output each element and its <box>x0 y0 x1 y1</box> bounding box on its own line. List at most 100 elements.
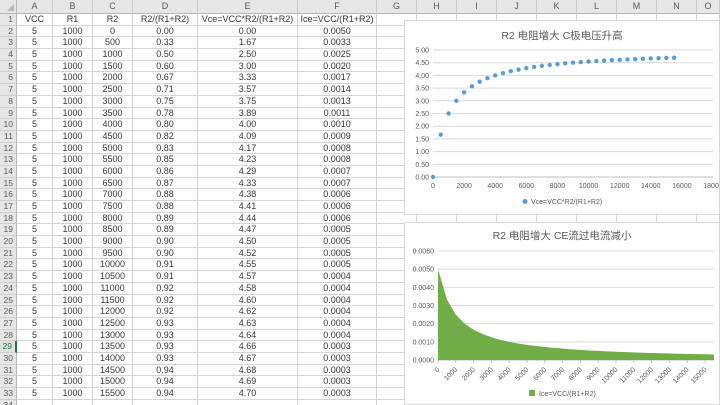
cell[interactable]: 5000 <box>93 143 133 155</box>
cell[interactable]: 1000 <box>53 166 93 178</box>
cell[interactable] <box>298 400 377 405</box>
cell[interactable]: 14000 <box>93 353 133 365</box>
cell[interactable]: 4.23 <box>198 154 298 166</box>
cell[interactable]: 9500 <box>93 248 133 260</box>
row-header-30[interactable]: 30 <box>0 353 17 365</box>
column-header-E[interactable]: E <box>198 0 298 14</box>
cell[interactable]: 5 <box>17 271 53 283</box>
row-header-20[interactable]: 20 <box>0 236 17 248</box>
cell[interactable]: 5 <box>17 283 53 295</box>
column-header-C[interactable]: C <box>93 0 133 14</box>
row-header-27[interactable]: 27 <box>0 318 17 330</box>
cell[interactable]: 5 <box>17 178 53 190</box>
cell[interactable]: 5 <box>17 201 53 213</box>
cell[interactable]: 4.64 <box>198 330 298 342</box>
row-header-34[interactable]: 34 <box>0 400 17 405</box>
cell[interactable]: 4000 <box>93 119 133 131</box>
cell[interactable]: 0.0007 <box>298 166 377 178</box>
column-header-N[interactable]: N <box>657 0 697 14</box>
cell[interactable]: 4.66 <box>198 341 298 353</box>
cell[interactable]: 4.63 <box>198 318 298 330</box>
cell[interactable]: 1000 <box>53 388 93 400</box>
column-header-K[interactable]: K <box>537 0 577 14</box>
cell[interactable]: 0.92 <box>133 283 198 295</box>
cell[interactable]: 12500 <box>93 318 133 330</box>
cell[interactable]: 9000 <box>93 236 133 248</box>
cell[interactable]: 0 <box>93 26 133 38</box>
cell[interactable]: 5 <box>17 108 53 120</box>
column-header-D[interactable]: D <box>133 0 198 14</box>
cell[interactable]: 0.93 <box>133 318 198 330</box>
cell[interactable]: 15500 <box>93 388 133 400</box>
cell[interactable]: 5 <box>17 306 53 318</box>
cell[interactable]: 0.89 <box>133 213 198 225</box>
row-header-11[interactable]: 11 <box>0 131 17 143</box>
cell[interactable]: 1000 <box>53 353 93 365</box>
cell[interactable]: 1000 <box>53 295 93 307</box>
cell[interactable]: 0.88 <box>133 201 198 213</box>
cell[interactable]: 5 <box>17 365 53 377</box>
cell[interactable]: 5 <box>17 119 53 131</box>
cell[interactable]: 1000 <box>53 143 93 155</box>
cell[interactable]: 1000 <box>53 201 93 213</box>
cell[interactable]: 4.57 <box>198 271 298 283</box>
cell[interactable]: 1000 <box>53 189 93 201</box>
cell[interactable]: 0.0005 <box>298 224 377 236</box>
cell[interactable]: 5 <box>17 259 53 271</box>
cell[interactable]: 0.0006 <box>298 213 377 225</box>
cell[interactable]: 5 <box>17 143 53 155</box>
cell[interactable]: 5 <box>17 248 53 260</box>
cell[interactable]: 0.0005 <box>298 248 377 260</box>
cell[interactable]: 5 <box>17 189 53 201</box>
cell[interactable]: 0.87 <box>133 178 198 190</box>
cell[interactable]: R2 <box>93 14 133 26</box>
cell[interactable]: 5 <box>17 341 53 353</box>
row-header-5[interactable]: 5 <box>0 61 17 73</box>
cell[interactable]: 0.0004 <box>298 306 377 318</box>
cell[interactable]: 11500 <box>93 295 133 307</box>
cell[interactable]: 5 <box>17 224 53 236</box>
cell[interactable]: 0.0008 <box>298 154 377 166</box>
column-header-B[interactable]: B <box>53 0 93 14</box>
row-header-13[interactable]: 13 <box>0 154 17 166</box>
column-header-L[interactable]: L <box>577 0 617 14</box>
cell[interactable]: 7000 <box>93 189 133 201</box>
row-header-26[interactable]: 26 <box>0 306 17 318</box>
select-all-corner[interactable] <box>0 0 17 14</box>
cell[interactable]: 0.0007 <box>298 178 377 190</box>
column-header-F[interactable]: F <box>298 0 377 14</box>
cell[interactable]: 1000 <box>53 96 93 108</box>
cell[interactable]: 1000 <box>53 365 93 377</box>
row-header-31[interactable]: 31 <box>0 365 17 377</box>
cell[interactable]: 0.0003 <box>298 365 377 377</box>
cell[interactable]: 0.71 <box>133 84 198 96</box>
cell[interactable]: 5 <box>17 330 53 342</box>
cell[interactable]: 1000 <box>53 248 93 260</box>
cell[interactable]: 4.70 <box>198 388 298 400</box>
cell[interactable]: 2.50 <box>198 49 298 61</box>
row-header-2[interactable]: 2 <box>0 26 17 38</box>
cell[interactable]: 4.55 <box>198 259 298 271</box>
cell[interactable]: 0.88 <box>133 189 198 201</box>
cell[interactable]: 3.33 <box>198 72 298 84</box>
cell[interactable]: 1000 <box>53 330 93 342</box>
cell[interactable]: 0.90 <box>133 248 198 260</box>
cell[interactable]: 0.0003 <box>298 376 377 388</box>
cell[interactable]: 3.89 <box>198 108 298 120</box>
cell[interactable]: 0.78 <box>133 108 198 120</box>
cell[interactable]: 0.0010 <box>298 119 377 131</box>
cell[interactable]: 0.93 <box>133 341 198 353</box>
cell[interactable]: 1000 <box>53 49 93 61</box>
row-header-17[interactable]: 17 <box>0 201 17 213</box>
cell[interactable]: 5 <box>17 388 53 400</box>
cell[interactable]: 0.91 <box>133 271 198 283</box>
cell[interactable]: 5 <box>17 353 53 365</box>
cell[interactable]: 0.85 <box>133 154 198 166</box>
row-header-9[interactable]: 9 <box>0 108 17 120</box>
row-header-4[interactable]: 4 <box>0 49 17 61</box>
cell[interactable]: 1000 <box>53 236 93 248</box>
cell[interactable]: 1000 <box>53 283 93 295</box>
cell[interactable]: 0.80 <box>133 119 198 131</box>
cell[interactable]: 4.68 <box>198 365 298 377</box>
cell[interactable]: 4.52 <box>198 248 298 260</box>
